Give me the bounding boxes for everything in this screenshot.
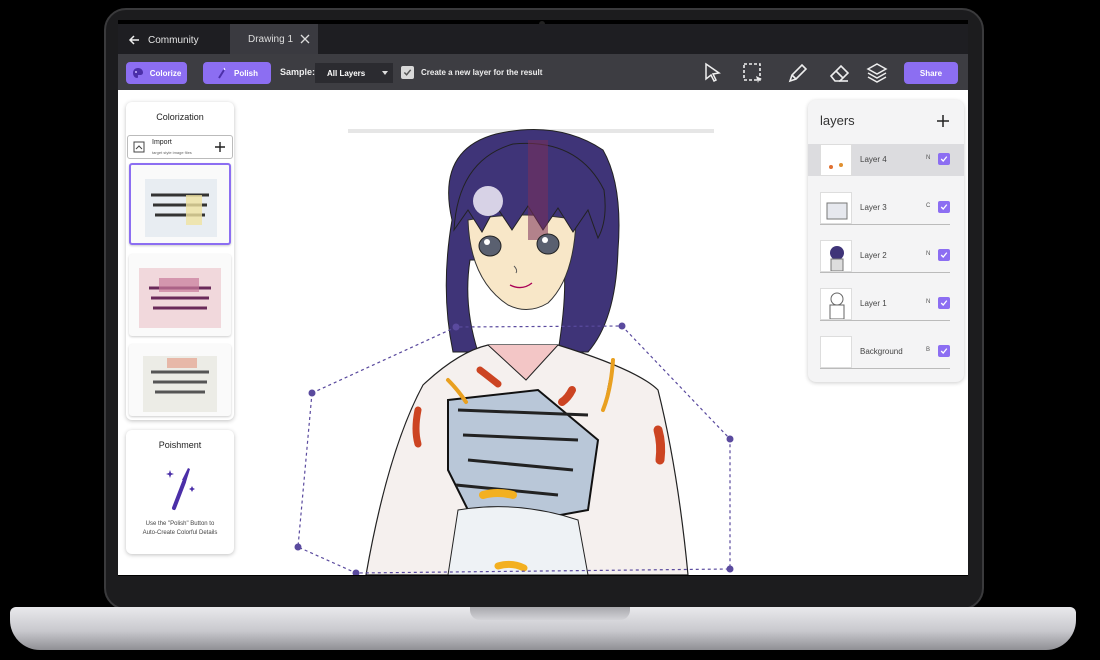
layers-panel: layers Layer 4 N Layer 3 C Layer 2 N Lay… [808, 100, 964, 382]
colorize-label: Colorize [149, 68, 182, 78]
checkmark-icon [940, 204, 948, 210]
layer-visibility-checkbox[interactable] [938, 345, 950, 357]
style-thumbnail-2[interactable] [129, 254, 231, 336]
pencil-icon [788, 63, 808, 83]
bezel-bottom [118, 576, 968, 602]
poishment-description-line1: Use the "Polish" Button to [145, 521, 215, 527]
plus-icon [215, 142, 225, 152]
laptop-notch [470, 607, 630, 620]
divider [820, 320, 950, 321]
import-label: Import [152, 139, 172, 146]
close-icon[interactable] [300, 34, 310, 44]
pencil-tool[interactable] [786, 61, 810, 85]
back-label: Community [148, 34, 199, 46]
lasso-select-tool[interactable] [741, 61, 765, 85]
layer-thumbnail [820, 288, 852, 320]
layers-title: layers [820, 113, 855, 128]
add-layer-icon[interactable] [936, 114, 950, 128]
polish-button[interactable]: Polish [203, 62, 271, 84]
layers-icon [866, 63, 888, 83]
import-image-icon [133, 141, 145, 153]
share-label: Share [919, 68, 943, 78]
poishment-panel: Poishment Use the "Polish" Button to Aut… [126, 430, 234, 554]
polish-label: Polish [233, 68, 258, 78]
divider [820, 224, 950, 225]
share-button[interactable]: Share [904, 62, 958, 84]
layer-mode: C [926, 203, 931, 209]
layer-row-background[interactable]: Background B [808, 336, 964, 369]
app-screen: Community Drawing 1 Colorize Polish Samp… [118, 24, 968, 575]
eraser-tool[interactable] [828, 61, 852, 85]
eraser-icon [829, 64, 850, 82]
layer-name: Layer 3 [860, 203, 887, 212]
import-button[interactable]: Import target style image files [127, 135, 233, 159]
select-arrow-icon [705, 62, 721, 83]
lasso-select-icon [743, 63, 762, 83]
layer-name: Layer 4 [860, 155, 887, 164]
layer-row-layer-3[interactable]: Layer 3 C [808, 192, 964, 225]
magic-wand-icon [218, 67, 226, 79]
toolbar: Colorize Polish Sample: All Layers Creat… [118, 54, 968, 90]
layer-name: Background [860, 347, 903, 356]
poishment-title: Poishment [158, 440, 202, 450]
layer-name: Layer 2 [860, 251, 887, 260]
sample-select[interactable]: All Layers [315, 63, 393, 83]
layer-mode: N [926, 251, 931, 257]
create-layer-checkbox[interactable] [401, 66, 414, 79]
colorize-button[interactable]: Colorize [126, 62, 187, 84]
layer-row-layer-4[interactable]: Layer 4 N [808, 144, 964, 176]
chevron-down-icon [382, 71, 388, 75]
tab-label: Drawing 1 [248, 33, 294, 45]
checkmark-icon [403, 69, 412, 76]
checkmark-icon [940, 252, 948, 258]
layer-thumbnail [820, 144, 852, 176]
colorization-title: Colorization [156, 112, 204, 122]
poishment-description: Use the "Polish" Button to Auto-Create C… [132, 520, 228, 538]
import-sublabel: target style image files [152, 150, 192, 155]
divider [820, 368, 950, 369]
palette-icon [132, 68, 143, 78]
title-bar: Community Drawing 1 [118, 24, 968, 54]
layer-thumbnail [820, 192, 852, 224]
sample-label: Sample: [280, 67, 316, 77]
layer-visibility-checkbox[interactable] [938, 297, 950, 309]
layer-mode: N [926, 299, 931, 305]
layer-thumbnail [820, 240, 852, 272]
style-thumbnail-1[interactable] [129, 163, 231, 245]
select-arrow-tool[interactable] [701, 61, 725, 85]
divider [820, 272, 950, 273]
layer-row-layer-1[interactable]: Layer 1 N [808, 288, 964, 321]
layer-mode: B [926, 347, 931, 353]
checkmark-icon [940, 156, 948, 162]
layer-visibility-checkbox[interactable] [938, 249, 950, 261]
sample-value: All Layers [327, 68, 366, 78]
layer-thumbnail [820, 336, 852, 368]
layer-visibility-checkbox[interactable] [938, 153, 950, 165]
layer-row-layer-2[interactable]: Layer 2 N [808, 240, 964, 273]
create-layer-label: Create a new layer for the result [421, 68, 543, 77]
layer-mode: N [926, 155, 931, 161]
poishment-description-line2: Auto-Create Colorful Details [142, 530, 218, 536]
layer-visibility-checkbox[interactable] [938, 201, 950, 213]
arrow-left-icon [128, 35, 139, 45]
checkmark-icon [940, 300, 948, 306]
tab-drawing-1[interactable]: Drawing 1 [230, 24, 318, 54]
layers-tool[interactable] [865, 61, 889, 85]
magic-brush-icon [166, 468, 195, 510]
layer-name: Layer 1 [860, 299, 887, 308]
colorization-panel: Colorization Import target style image f… [126, 102, 234, 420]
style-thumbnail-3[interactable] [129, 344, 231, 416]
back-to-community-button[interactable]: Community [128, 31, 208, 49]
checkmark-icon [940, 348, 948, 354]
